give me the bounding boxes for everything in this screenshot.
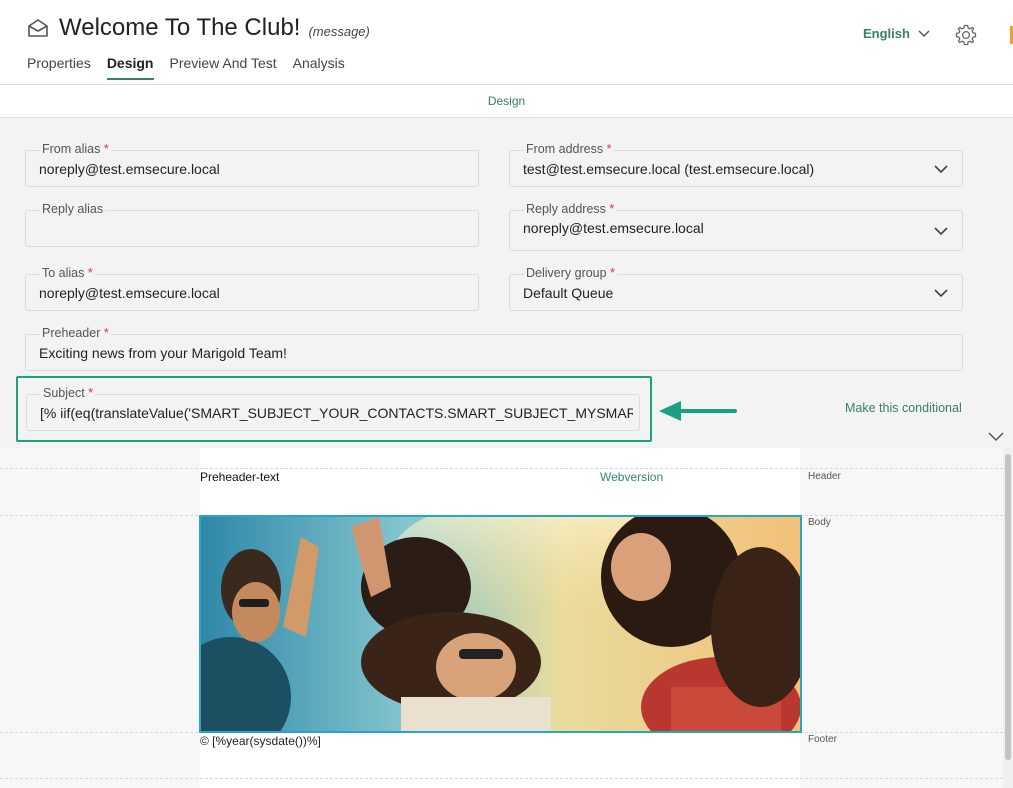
tab-bar: Properties Design Preview And Test Analy… xyxy=(27,55,361,80)
title-row: Welcome To The Club! (message) xyxy=(27,14,370,42)
zone-label-body: Body xyxy=(808,517,831,528)
from-alias-field[interactable]: From alias * noreply@test.emsecure.local xyxy=(25,142,479,187)
hero-image[interactable] xyxy=(199,515,802,733)
preheader-value: Exciting news from your Marigold Team! xyxy=(39,345,287,361)
delivery-group-label: Delivery group * xyxy=(524,266,617,280)
top-header: Welcome To The Club! (message) Propertie… xyxy=(0,0,1013,85)
tab-properties[interactable]: Properties xyxy=(27,55,91,80)
tab-preview-and-test[interactable]: Preview And Test xyxy=(170,55,277,80)
section-title: Design xyxy=(487,94,526,108)
delivery-group-value: Default Queue xyxy=(523,285,614,301)
scrollbar-thumb[interactable] xyxy=(1005,454,1011,760)
to-alias-field[interactable]: To alias * noreply@test.emsecure.local xyxy=(25,266,479,311)
footer-copyright[interactable]: © [%year(sysdate())%] xyxy=(200,734,321,748)
language-label: English xyxy=(863,26,910,41)
from-alias-value: noreply@test.emsecure.local xyxy=(39,161,220,177)
preheader-label: Preheader * xyxy=(40,326,111,340)
message-settings-form: From alias * noreply@test.emsecure.local… xyxy=(0,118,1013,448)
from-address-label: From address * xyxy=(524,142,614,156)
to-alias-value: noreply@test.emsecure.local xyxy=(39,285,220,301)
reply-alias-label: Reply alias xyxy=(40,202,106,216)
envelope-icon xyxy=(28,19,48,37)
reply-address-label: Reply address * xyxy=(524,202,617,216)
chevron-down-icon xyxy=(934,165,948,174)
canvas-scrollbar[interactable] xyxy=(1003,448,1013,788)
preheader-field[interactable]: Preheader * Exciting news from your Mari… xyxy=(25,326,963,371)
chevron-down-icon xyxy=(934,289,948,298)
tab-design[interactable]: Design xyxy=(106,55,154,80)
hero-photo xyxy=(201,517,800,731)
delivery-group-select[interactable]: Delivery group * Default Queue xyxy=(509,266,963,311)
language-selector[interactable]: English xyxy=(863,26,930,41)
zone-label-footer: Footer xyxy=(808,734,837,745)
tab-analysis[interactable]: Analysis xyxy=(293,55,345,80)
zone-divider xyxy=(0,468,1003,469)
section-title-bar: Design xyxy=(0,86,1013,118)
zone-divider xyxy=(0,778,1003,779)
to-alias-label: To alias * xyxy=(40,266,95,280)
chevron-down-icon xyxy=(918,30,930,37)
from-alias-label: From alias * xyxy=(40,142,111,156)
chevron-down-icon[interactable] xyxy=(988,431,1004,443)
make-conditional-link[interactable]: Make this conditional xyxy=(845,401,962,415)
reply-address-value: noreply@test.emsecure.local xyxy=(523,220,704,236)
webversion-link[interactable]: Webversion xyxy=(600,470,663,484)
from-address-value: test@test.emsecure.local (test.emsecure.… xyxy=(523,161,815,177)
preheader-text-block[interactable]: Preheader-text xyxy=(200,470,279,484)
subject-field[interactable]: Subject * [% iif(eq(translateValue('SMAR… xyxy=(26,386,640,431)
gear-icon[interactable] xyxy=(954,23,978,47)
page-type: (message) xyxy=(308,23,370,39)
chevron-down-icon xyxy=(934,227,948,236)
page-title: Welcome To The Club! xyxy=(59,14,301,41)
arrow-left-icon xyxy=(659,401,737,421)
from-address-select[interactable]: From address * test@test.emsecure.local … xyxy=(509,142,963,187)
subject-label: Subject * xyxy=(41,386,96,400)
subject-value: [% iif(eq(translateValue('SMART_SUBJECT_… xyxy=(40,405,633,421)
reply-address-select[interactable]: Reply address * noreply@test.emsecure.lo… xyxy=(509,202,963,251)
zone-label-header: Header xyxy=(808,471,841,482)
reply-alias-field[interactable]: Reply alias xyxy=(25,202,479,247)
email-design-canvas: Preheader-text Webversion Header Body Fo… xyxy=(0,448,1003,788)
